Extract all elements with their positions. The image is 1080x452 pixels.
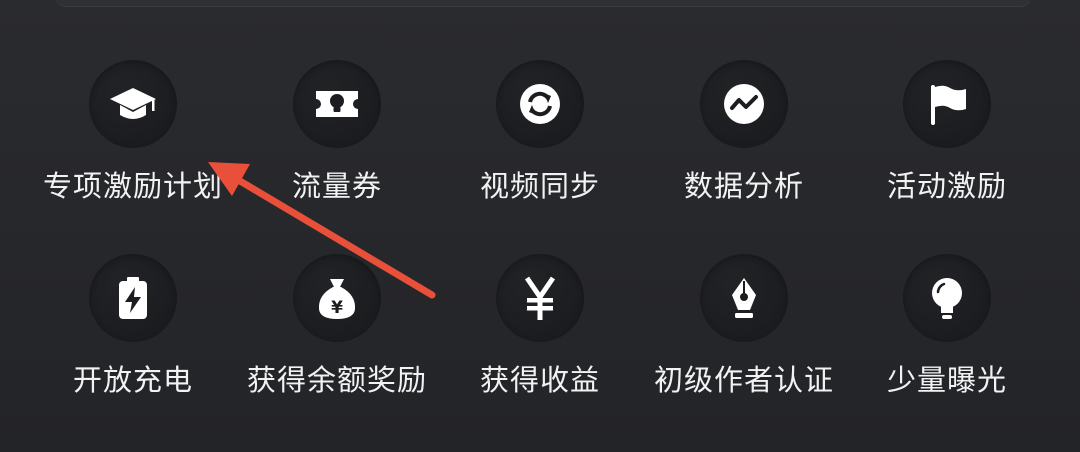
feature-balance-reward[interactable]: ¥ 获得余额奖励 [235,254,439,414]
feature-activity-incentive[interactable]: 活动激励 [845,60,1049,220]
feature-label: 活动激励 [886,169,1007,203]
feature-label: 初级作者认证 [653,363,834,397]
money-bag-icon: ¥ [293,254,381,342]
feature-label: 流量券 [291,169,382,203]
feature-video-sync[interactable]: 视频同步 [438,60,642,220]
graduation-cap-icon [89,60,177,148]
svg-text:¥: ¥ [331,298,343,318]
feature-label: 视频同步 [479,169,600,203]
feature-earnings[interactable]: 获得收益 [438,254,642,414]
feature-label: 少量曝光 [886,363,1007,397]
feature-open-charging[interactable]: 开放充电 [31,254,235,414]
feature-data-analysis[interactable]: 数据分析 [642,60,846,220]
pen-nib-icon [700,254,788,342]
sync-icon [496,60,584,148]
flag-icon [903,60,991,148]
line-chart-icon [700,60,788,148]
battery-charging-icon [89,254,177,342]
feature-junior-author-certification[interactable]: 初级作者认证 [642,254,846,414]
feature-small-exposure[interactable]: 少量曝光 [845,254,1049,414]
light-bulb-icon [903,254,991,342]
feature-label: 开放充电 [72,363,193,397]
feature-special-incentive[interactable]: 专项激励计划 [31,60,235,220]
feature-label: 数据分析 [683,169,804,203]
feature-label: 专项激励计划 [42,169,223,203]
ticket-bulb-icon [293,60,381,148]
feature-label: 获得余额奖励 [246,363,427,397]
feature-label: 获得收益 [479,363,600,397]
yen-icon [496,254,584,342]
feature-traffic-coupon[interactable]: 流量券 [235,60,439,220]
feature-grid: 专项激励计划 流量券 视频同步 数据分析 活动激励 开放充电 ¥ 获得余额奖励 … [0,0,1080,452]
feature-panel: 专项激励计划 流量券 视频同步 数据分析 活动激励 开放充电 ¥ 获得余额奖励 … [0,0,1080,452]
